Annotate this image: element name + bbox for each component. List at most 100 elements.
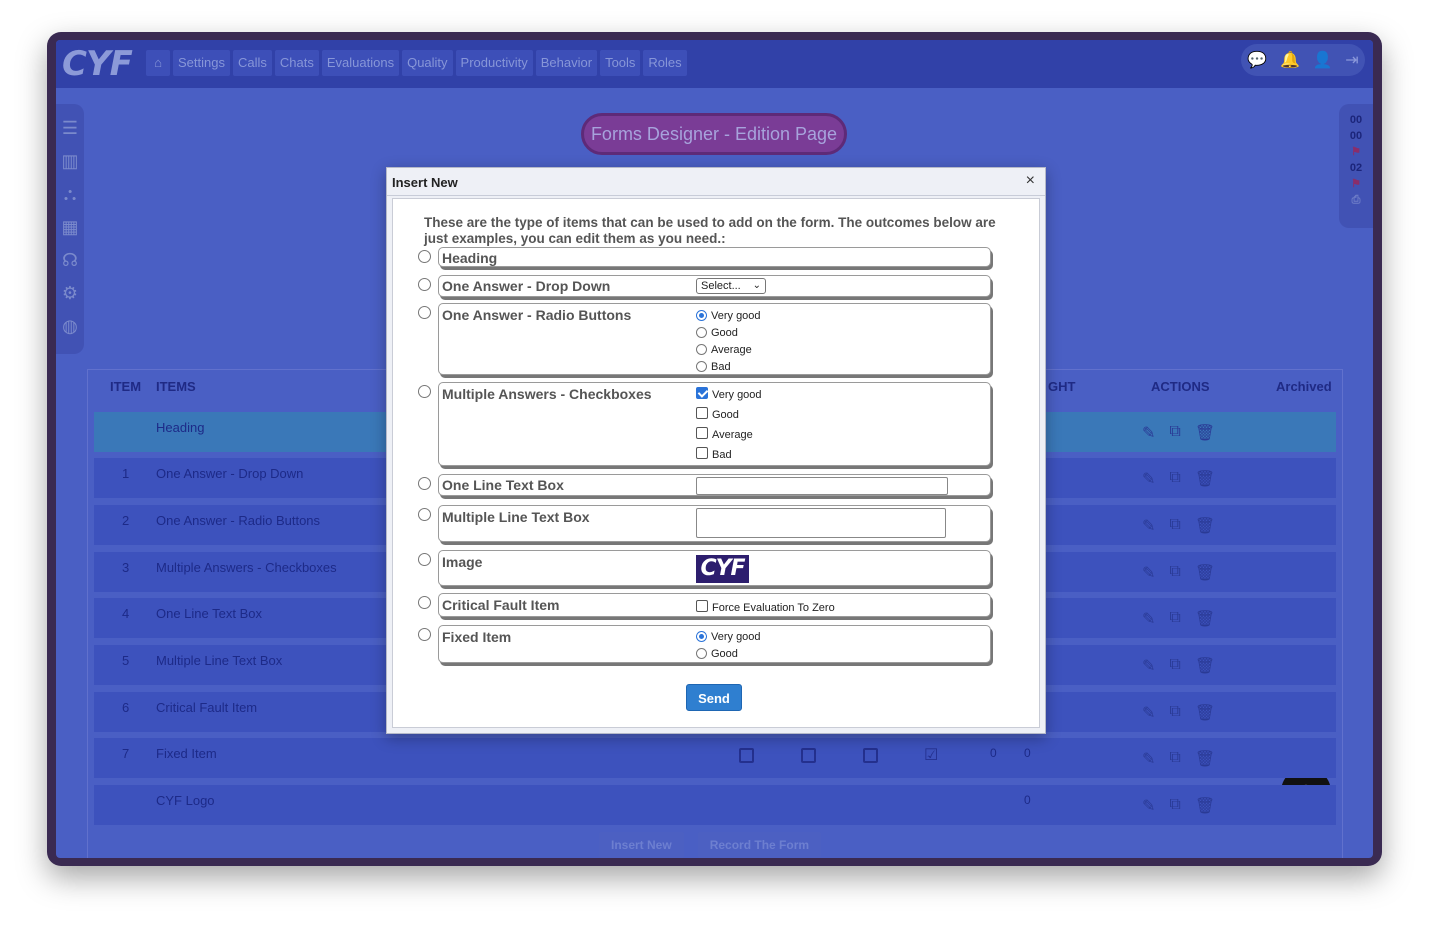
row-checkbox-icon[interactable] (739, 748, 754, 763)
duplicate-icon[interactable]: ⧉ (1169, 516, 1180, 536)
chart-icon[interactable]: ▥ (61, 151, 78, 172)
trash-icon[interactable]: 🗑 (1195, 563, 1215, 583)
table-row[interactable]: CYF Logo ✎ ⧉ 🗑 0 (94, 785, 1336, 825)
row-index: 3 (122, 560, 130, 575)
radio-unselected[interactable] (696, 648, 707, 659)
radio-selected[interactable] (696, 310, 707, 321)
close-icon[interactable]: × (1026, 172, 1035, 190)
edit-icon[interactable]: ✎ (1142, 516, 1155, 536)
radio-unselected[interactable] (696, 344, 707, 355)
edit-icon[interactable]: ✎ (1142, 749, 1155, 769)
nav-calls[interactable]: Calls (232, 50, 272, 76)
duplicate-icon[interactable]: ⧉ (1169, 796, 1180, 816)
checkbox-choice[interactable]: Bad (696, 447, 762, 467)
checked-icon[interactable]: ☑ (924, 745, 938, 765)
duplicate-icon[interactable]: ⧉ (1169, 423, 1180, 443)
edit-icon[interactable]: ✎ (1142, 703, 1155, 723)
checkbox-unchecked[interactable] (696, 407, 708, 419)
nav-settings[interactable]: Settings (173, 50, 230, 76)
option-heading-radio[interactable] (418, 250, 431, 263)
duplicate-icon[interactable]: ⧉ (1169, 749, 1180, 769)
checkbox-choice[interactable]: Very good (696, 387, 762, 407)
example-text-input[interactable] (696, 477, 948, 495)
row-name: Critical Fault Item (156, 700, 258, 715)
trash-icon[interactable]: 🗑 (1195, 656, 1215, 676)
radio-choice[interactable]: Average (696, 342, 761, 359)
duplicate-icon[interactable]: ⧉ (1169, 656, 1180, 676)
radio-choice[interactable]: Very good (696, 308, 761, 325)
nav-productivity[interactable]: Productivity (455, 50, 533, 76)
headset-icon[interactable]: ☊ (62, 250, 78, 271)
option-dropdown-radio[interactable] (418, 278, 431, 291)
bell-icon[interactable]: 🔔 (1280, 50, 1300, 70)
row-checkbox-icon[interactable] (801, 748, 816, 763)
radio-unselected[interactable] (696, 327, 707, 338)
trash-icon[interactable]: 🗑 (1195, 469, 1215, 489)
option-radio-radio[interactable] (418, 306, 431, 319)
home-icon[interactable]: ⌂ (146, 50, 170, 76)
force-zero-checkbox[interactable]: Force Evaluation To Zero (696, 600, 835, 614)
option-checkbox-radio[interactable] (418, 385, 431, 398)
option-critical-radio[interactable] (418, 596, 431, 609)
example-checkbox-group: Very good Good Average Bad (696, 387, 762, 467)
option-heading-box: Heading (438, 247, 991, 267)
checkbox-unchecked[interactable] (696, 427, 708, 439)
duplicate-icon[interactable]: ⧉ (1169, 703, 1180, 723)
insert-new-button[interactable]: Insert New (599, 832, 684, 858)
palette-icon[interactable]: ◍ (62, 316, 78, 337)
nav-evaluations[interactable]: Evaluations (321, 50, 400, 76)
edit-icon[interactable]: ✎ (1142, 609, 1155, 629)
send-button[interactable]: Send (686, 684, 742, 711)
calendar-icon[interactable]: ▦ (61, 217, 78, 238)
trash-icon[interactable]: 🗑 (1195, 703, 1215, 723)
trash-icon[interactable]: 🗑 (1195, 749, 1215, 769)
row-index: 7 (122, 746, 130, 761)
row-actions: ✎ ⧉ 🗑 (1142, 469, 1215, 489)
edit-icon[interactable]: ✎ (1142, 423, 1155, 443)
radio-choice[interactable]: Good (696, 325, 761, 342)
duplicate-icon[interactable]: ⧉ (1169, 609, 1180, 629)
option-oneline-radio[interactable] (418, 477, 431, 490)
checkbox-checked[interactable] (696, 387, 708, 399)
record-form-button[interactable]: Record The Form (697, 832, 822, 858)
radio-choice[interactable]: Very good (696, 629, 761, 646)
trash-icon[interactable]: 🗑 (1195, 423, 1215, 443)
example-select[interactable]: Select... ⌄ (696, 278, 766, 294)
nav-quality[interactable]: Quality (402, 50, 453, 76)
example-radio-group: Very good Good Average Bad (696, 308, 761, 376)
nav-behavior[interactable]: Behavior (535, 50, 598, 76)
trash-icon[interactable]: 🗑 (1195, 516, 1215, 536)
printer-icon[interactable]: ⎙ (1339, 192, 1373, 208)
edit-icon[interactable]: ✎ (1142, 469, 1155, 489)
edit-icon[interactable]: ✎ (1142, 656, 1155, 676)
radio-choice[interactable]: Good (696, 646, 761, 663)
user-icon[interactable]: 👤 (1313, 50, 1333, 70)
checkbox-unchecked[interactable] (696, 600, 708, 612)
org-chart-icon[interactable]: ⛬ (64, 184, 77, 205)
option-multiline-radio[interactable] (418, 508, 431, 521)
duplicate-icon[interactable]: ⧉ (1169, 469, 1180, 489)
row-checkbox-icon[interactable] (863, 748, 878, 763)
checkbox-choice[interactable]: Good (696, 407, 762, 427)
radio-choice[interactable]: Bad (696, 359, 761, 376)
user-settings-icon[interactable]: ⚙ (62, 283, 78, 304)
list-icon[interactable]: ☰ (62, 118, 78, 139)
example-textarea[interactable] (696, 508, 946, 538)
nav-chats[interactable]: Chats (274, 50, 319, 76)
duplicate-icon[interactable]: ⧉ (1169, 563, 1180, 583)
option-fixed-radio[interactable] (418, 628, 431, 641)
trash-icon[interactable]: 🗑 (1195, 796, 1215, 816)
nav-tools[interactable]: Tools (600, 50, 641, 76)
nav-roles[interactable]: Roles (643, 50, 687, 76)
table-row[interactable]: 7 Fixed Item ✎ ⧉ 🗑 ☑ 0 0 (94, 738, 1336, 778)
checkbox-choice[interactable]: Average (696, 427, 762, 447)
chat-icon[interactable]: 💬 (1247, 50, 1267, 70)
option-image-radio[interactable] (418, 553, 431, 566)
radio-unselected[interactable] (696, 361, 707, 372)
edit-icon[interactable]: ✎ (1142, 796, 1155, 816)
trash-icon[interactable]: 🗑 (1195, 609, 1215, 629)
checkbox-unchecked[interactable] (696, 447, 708, 459)
logout-icon[interactable]: ⇥ (1345, 50, 1358, 70)
radio-selected[interactable] (696, 631, 707, 642)
edit-icon[interactable]: ✎ (1142, 563, 1155, 583)
